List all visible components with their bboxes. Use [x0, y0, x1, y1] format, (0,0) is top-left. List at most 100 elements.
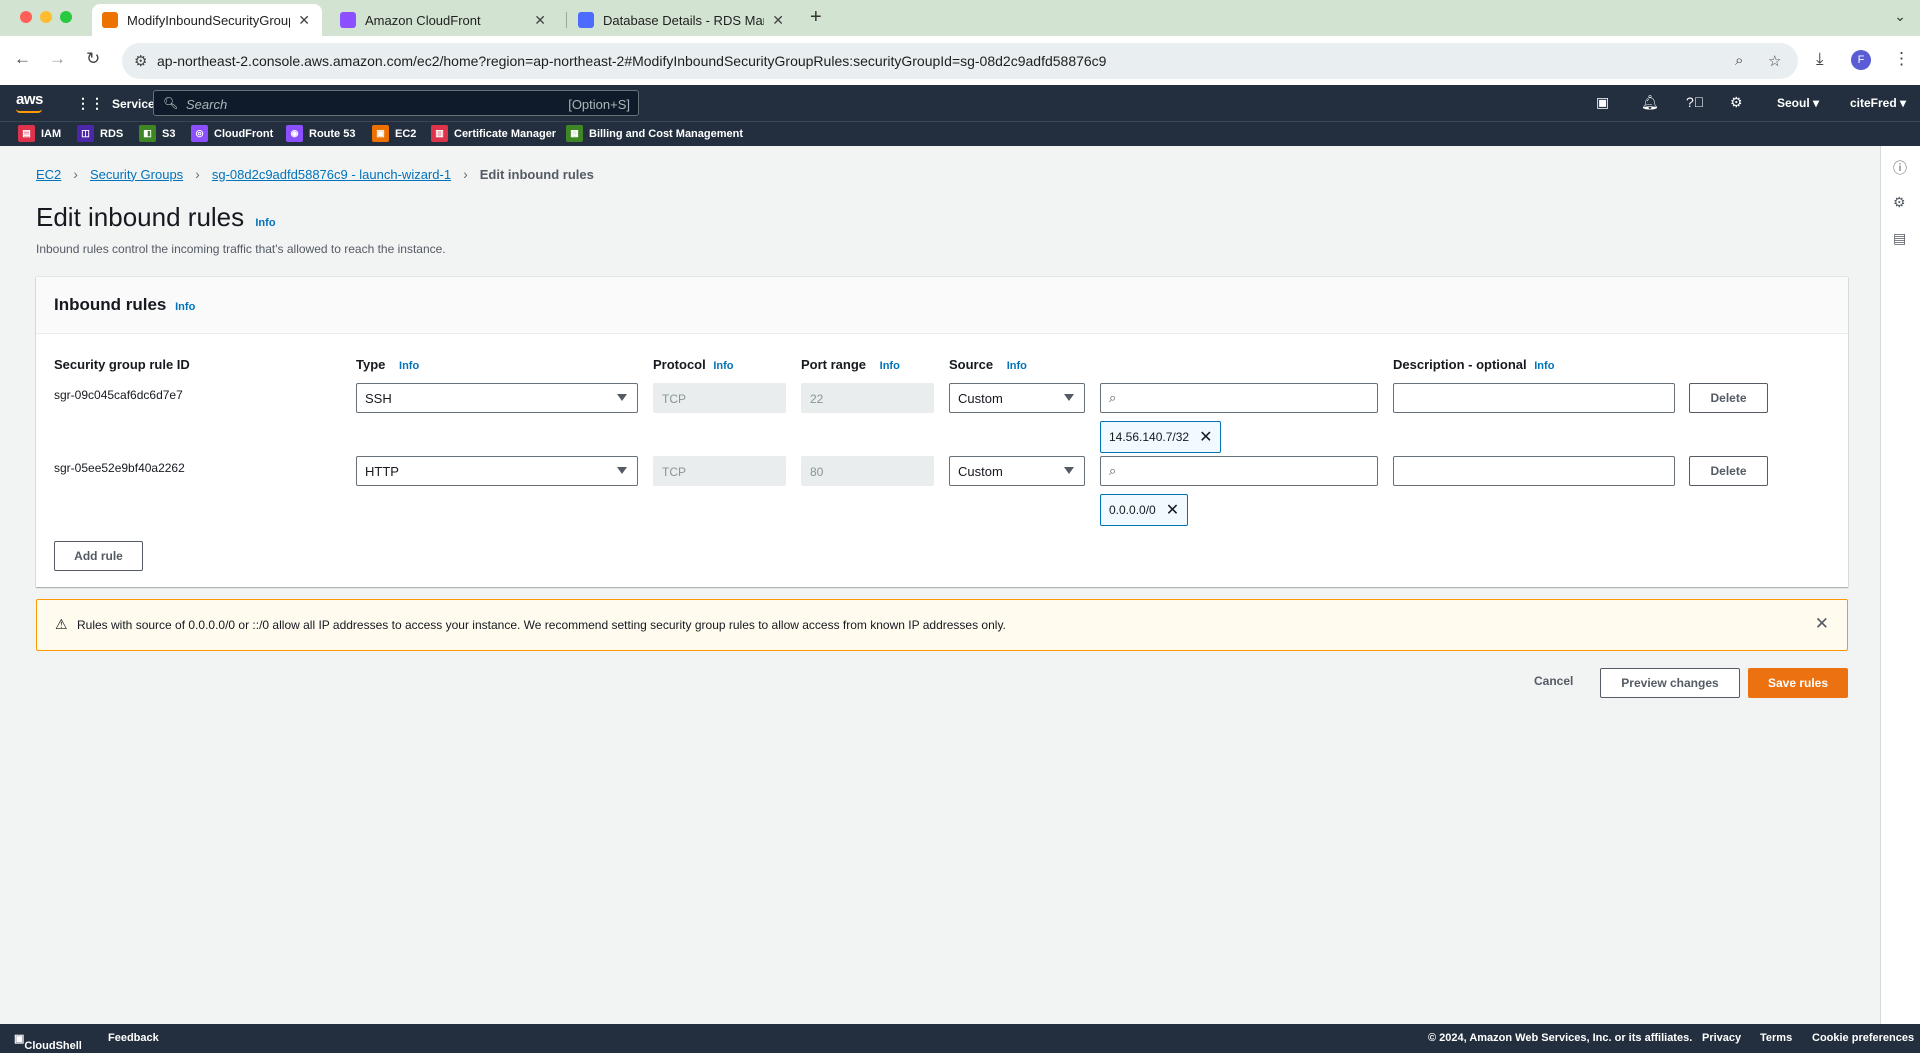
delete-button[interactable]: Delete	[1689, 456, 1768, 486]
favorite-cloudfront[interactable]: ◎ CloudFront	[191, 125, 273, 142]
cidr-search-input[interactable]: ⌕	[1100, 456, 1378, 486]
bookmark-star-icon[interactable]: ☆	[1768, 52, 1781, 70]
region-selector[interactable]: Seoul ▾	[1777, 96, 1819, 110]
source-select[interactable]: Custom	[949, 383, 1085, 413]
back-icon[interactable]: ←	[14, 49, 31, 69]
close-icon[interactable]: ✕	[298, 12, 310, 29]
notifications-bell-icon[interactable]: 🔔︎	[1641, 94, 1659, 111]
cloudshell-link[interactable]: ▣ CloudShell	[14, 1032, 82, 1052]
add-rule-button[interactable]: Add rule	[54, 541, 143, 571]
preview-changes-button[interactable]: Preview changes	[1600, 668, 1740, 698]
column-header-source-text: Source	[949, 357, 994, 372]
favorite-label: RDS	[100, 127, 124, 140]
favorite-label: CloudFront	[214, 127, 274, 140]
favorite-billing[interactable]: ▦ Billing and Cost Management	[566, 125, 743, 142]
save-rules-button[interactable]: Save rules	[1748, 668, 1848, 698]
reload-icon[interactable]: ↻	[86, 49, 100, 69]
window-close-button[interactable]	[20, 11, 32, 23]
cookie-preferences-link[interactable]: Cookie preferences	[1812, 1032, 1914, 1044]
column-header-port-range-text: Port range	[801, 357, 867, 372]
chevron-right-icon: ›	[463, 166, 468, 182]
s3-icon: ◧	[139, 125, 156, 142]
terms-link[interactable]: Terms	[1760, 1032, 1792, 1044]
cloudshell-label: CloudShell	[24, 1040, 82, 1052]
close-icon[interactable]: ✕	[1815, 614, 1829, 634]
type-select[interactable]: HTTP	[356, 456, 638, 486]
info-link[interactable]: Info	[880, 360, 900, 372]
protocol-field: TCP	[653, 383, 786, 413]
forward-icon[interactable]: →	[49, 49, 66, 69]
window-minimize-button[interactable]	[40, 11, 52, 23]
description-input[interactable]	[1393, 456, 1675, 486]
url-text[interactable]: ap-northeast-2.console.aws.amazon.com/ec…	[157, 53, 1106, 69]
help-icon[interactable]: ?⃝	[1686, 94, 1704, 110]
site-info-icon[interactable]: ⚙	[134, 52, 147, 70]
privacy-link[interactable]: Privacy	[1702, 1032, 1741, 1044]
kebab-menu-icon[interactable]: ⋮	[1893, 49, 1910, 69]
caret-down-icon	[617, 394, 627, 401]
profile-avatar[interactable]: F	[1851, 50, 1871, 70]
delete-button[interactable]: Delete	[1689, 383, 1768, 413]
search-placeholder: Search	[186, 97, 228, 112]
ec2-icon: ▣	[372, 125, 389, 142]
favorite-ec2[interactable]: ▣ EC2	[372, 125, 416, 142]
cancel-button[interactable]: Cancel	[1534, 674, 1573, 688]
remove-token-icon[interactable]: ✕	[1166, 500, 1179, 520]
browser-tab[interactable]: Database Details - RDS Management Consol…	[568, 4, 796, 36]
info-link[interactable]: Info	[399, 360, 419, 372]
help-panel-icon[interactable]: ⚙	[1893, 194, 1906, 211]
address-bar[interactable]: ⚙ ap-northeast-2.console.aws.amazon.com/…	[122, 43, 1798, 79]
cidr-search-input[interactable]: ⌕	[1100, 383, 1378, 413]
account-menu[interactable]: citeFred ▾	[1850, 96, 1906, 110]
aws-ec2-favicon-icon	[102, 12, 118, 28]
zoom-icon[interactable]: ⌕	[1735, 52, 1743, 69]
info-link[interactable]: Info	[255, 217, 275, 229]
new-tab-icon[interactable]: +	[810, 6, 822, 29]
favorite-label: S3	[162, 127, 176, 140]
protocol-field: TCP	[653, 456, 786, 486]
search-icon: 🔍︎	[163, 96, 179, 110]
info-link[interactable]: Info	[1534, 360, 1554, 372]
favorite-certificate-manager[interactable]: ▥ Certificate Manager	[431, 125, 556, 142]
port-range-field: 80	[801, 456, 934, 486]
cloudshell-icon[interactable]: ▣	[1596, 94, 1609, 111]
breadcrumb-link-security-groups[interactable]: Security Groups	[90, 167, 183, 182]
info-link[interactable]: Info	[175, 301, 195, 313]
console-footer: ▣ CloudShell Feedback © 2024, Amazon Web…	[0, 1024, 1920, 1053]
column-header-rule-id: Security group rule ID	[54, 357, 190, 372]
close-icon[interactable]: ✕	[772, 12, 784, 29]
type-select[interactable]: SSH	[356, 383, 638, 413]
breadcrumb-link-ec2[interactable]: EC2	[36, 167, 61, 182]
remove-token-icon[interactable]: ✕	[1199, 427, 1212, 447]
feedback-panel-icon[interactable]: ▤	[1893, 230, 1906, 247]
search-shortcut: [Option+S]	[568, 97, 630, 112]
breadcrumb-current: Edit inbound rules	[479, 166, 594, 182]
info-panel-icon[interactable]: ⓘ	[1893, 158, 1907, 178]
settings-gear-icon[interactable]: ⚙	[1730, 94, 1743, 111]
browser-tab-active[interactable]: ModifyInboundSecurityGroupRules ✕	[92, 4, 322, 36]
page-title-text: Edit inbound rules	[36, 202, 245, 232]
type-value: HTTP	[365, 464, 399, 479]
breadcrumb-link-security-group[interactable]: sg-08d2c9adfd58876c9 - launch-wizard-1	[212, 167, 451, 182]
column-header-type: Type Info	[356, 357, 419, 372]
search-icon: ⌕	[1109, 390, 1117, 405]
description-input[interactable]	[1393, 383, 1675, 413]
chevron-right-icon: ›	[73, 166, 78, 182]
browser-tab[interactable]: Amazon CloudFront ✕	[330, 4, 558, 36]
info-link[interactable]: Info	[713, 360, 733, 372]
favorite-route53[interactable]: ◉ Route 53	[286, 125, 355, 142]
download-icon[interactable]: ⤓	[1816, 49, 1824, 69]
aws-logo[interactable]: aws	[16, 91, 43, 113]
panel-title: Inbound rules Info	[54, 295, 195, 315]
chevron-down-icon[interactable]: ⌄	[1894, 8, 1906, 25]
window-zoom-button[interactable]	[60, 11, 72, 23]
favorite-rds[interactable]: ◫ RDS	[77, 125, 123, 142]
feedback-link[interactable]: Feedback	[108, 1032, 159, 1044]
source-select[interactable]: Custom	[949, 456, 1085, 486]
favorite-s3[interactable]: ◧ S3	[139, 125, 175, 142]
services-menu[interactable]: ⋮⋮ Services	[76, 95, 161, 112]
info-link[interactable]: Info	[1007, 360, 1027, 372]
console-search-input[interactable]: 🔍︎ Search [Option+S]	[153, 90, 639, 116]
favorite-iam[interactable]: ▤ IAM	[18, 125, 61, 142]
close-icon[interactable]: ✕	[534, 12, 546, 29]
